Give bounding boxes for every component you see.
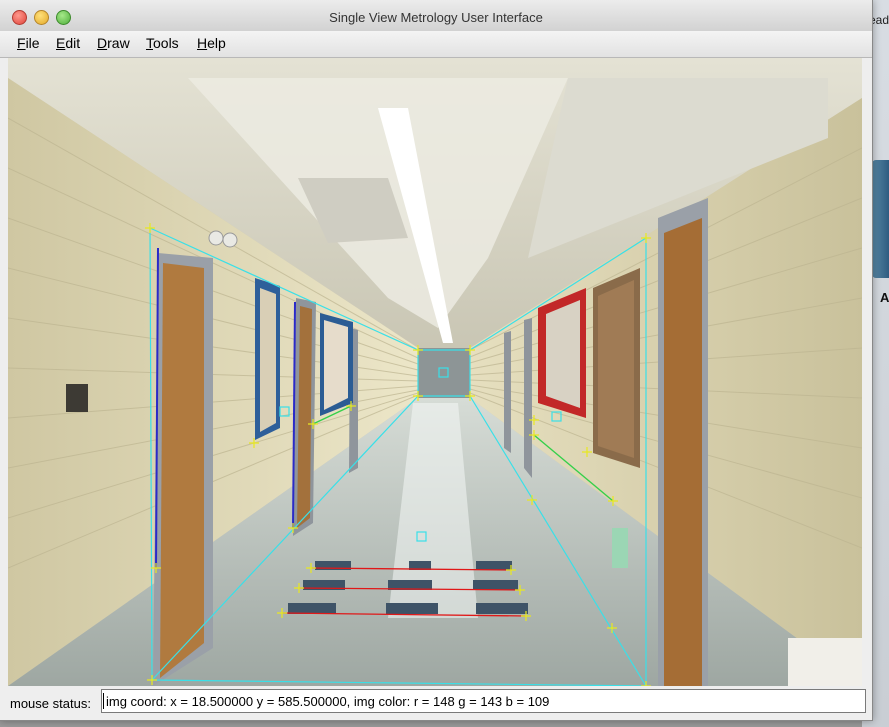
menu-draw-mnemonic: D	[97, 35, 108, 51]
right-wall-sign	[612, 528, 628, 568]
app-window: Single View Metrology User Interface Fil…	[0, 0, 873, 721]
menu-tools-label: ools	[153, 35, 179, 51]
right-door	[664, 218, 702, 686]
menu-help-mnemonic: H	[197, 35, 208, 51]
mouse-status-label: mouse status:	[10, 696, 91, 711]
right-red-board-paper	[546, 300, 580, 408]
status-bar: mouse status: img coord: x = 18.500000 y…	[0, 687, 872, 720]
bulletin-board-1-paper	[260, 288, 276, 432]
image-canvas[interactable]	[8, 58, 862, 686]
right-cork-board-paper	[598, 280, 634, 458]
menu-help-label: elp	[207, 35, 226, 51]
right-door-frame-3	[504, 331, 511, 453]
menu-file-label: ile	[25, 35, 40, 51]
menu-edit-mnemonic: E	[56, 35, 66, 51]
right-door-frame-2	[524, 318, 532, 478]
far-end-wall	[418, 348, 470, 398]
menu-bar: File Edit Draw Tools Help	[0, 31, 872, 58]
menu-draw-label: raw	[107, 35, 130, 51]
text-cursor	[103, 693, 104, 709]
title-bar[interactable]: Single View Metrology User Interface	[0, 0, 872, 32]
left-door	[160, 263, 204, 678]
trash-bin	[788, 638, 862, 686]
menu-draw[interactable]: Draw	[97, 35, 130, 51]
wall-speaker-1	[208, 230, 224, 246]
wall-speaker-2	[222, 232, 238, 248]
menu-tools[interactable]: Tools	[146, 35, 179, 51]
window-title: Single View Metrology User Interface	[329, 10, 543, 25]
bulletin-board-2-paper	[324, 320, 348, 410]
mouse-status-value: img coord: x = 18.500000 y = 585.500000,…	[106, 694, 550, 709]
desktop-icon-label: A	[880, 290, 889, 305]
menu-file[interactable]: File	[17, 35, 40, 51]
menu-edit-label: dit	[65, 35, 81, 51]
menu-help[interactable]: Help	[197, 35, 226, 51]
desktop-app-icon[interactable]	[872, 160, 889, 278]
menu-edit[interactable]: Edit	[56, 35, 80, 51]
menu-file-mnemonic: F	[17, 35, 26, 51]
menu-tools-mnemonic: T	[146, 35, 153, 51]
wall-switch-plate	[66, 384, 88, 412]
hallway-photo[interactable]	[8, 58, 862, 686]
mouse-status-field[interactable]: img coord: x = 18.500000 y = 585.500000,…	[101, 689, 866, 713]
